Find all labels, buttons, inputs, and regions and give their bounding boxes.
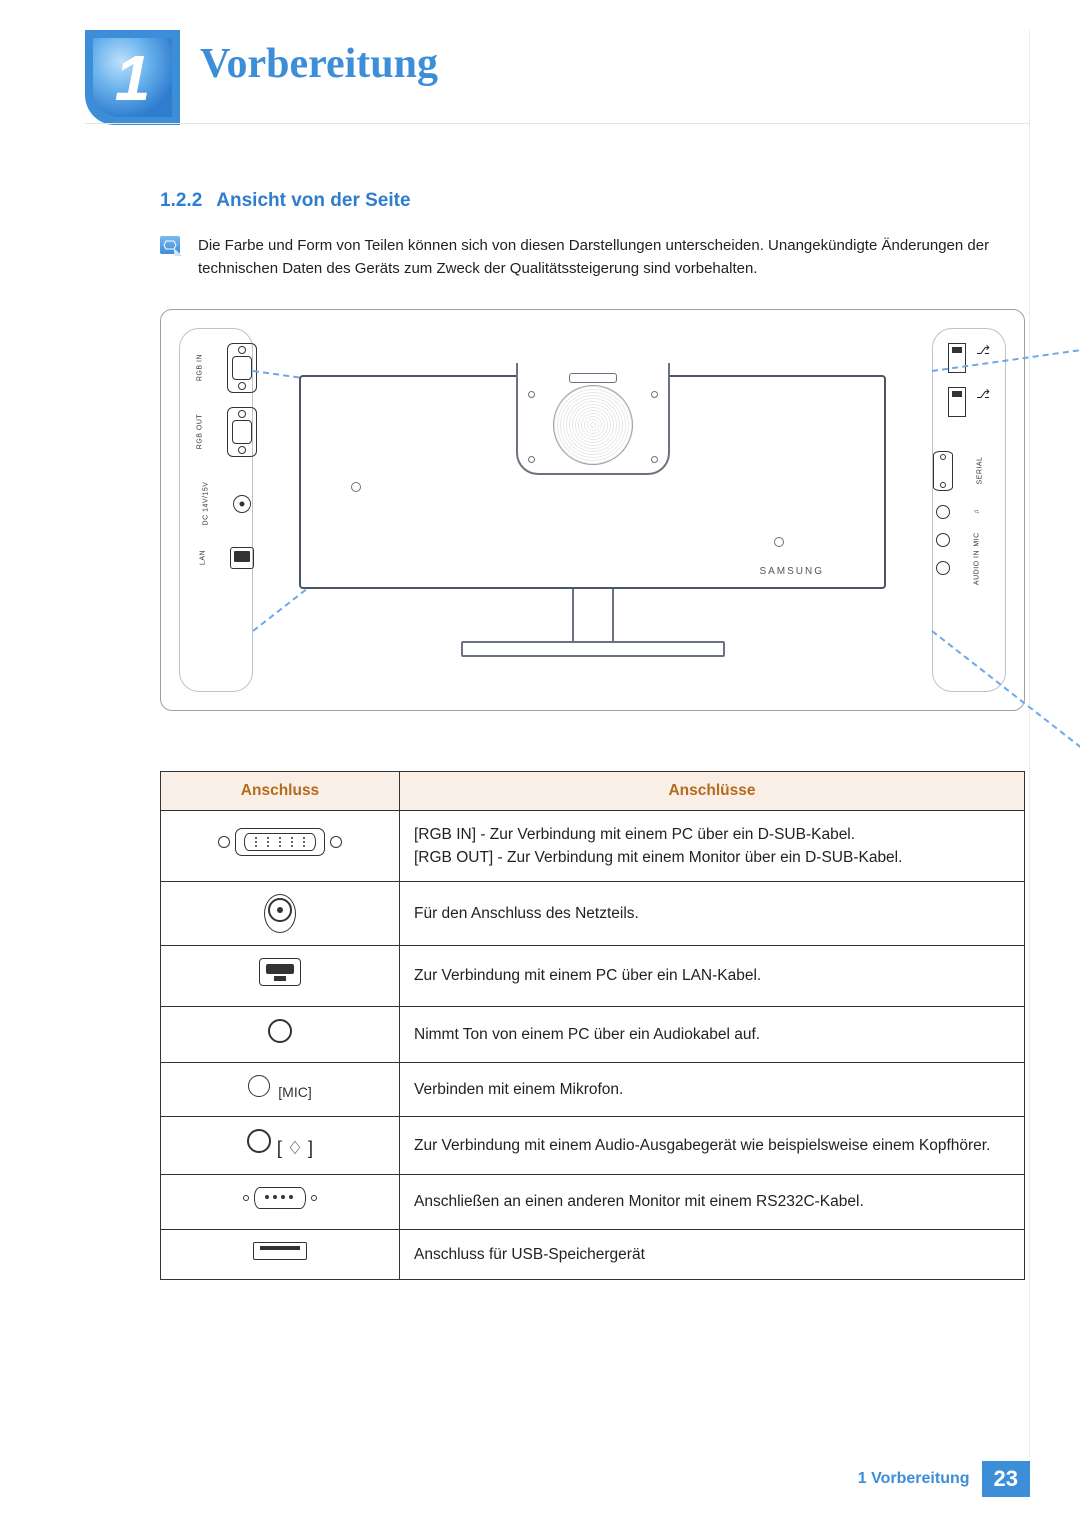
cell-desc: Für den Anschluss des Netzteils. — [400, 882, 1025, 946]
table-row: [MIC] Verbinden mit einem Mikrofon. — [161, 1062, 1025, 1116]
cell-desc: Anschließen an einen anderen Monitor mit… — [400, 1175, 1025, 1229]
dsub-icon — [235, 828, 325, 856]
page-footer: 1 Vorbereitung 23 — [0, 1461, 1030, 1497]
table-row: Anschluss für USB-Speichergerät — [161, 1229, 1025, 1279]
dc-icon — [264, 894, 296, 933]
brand-label: SAMSUNG — [759, 566, 824, 577]
rgb-in-port-icon — [227, 343, 257, 393]
note-icon — [160, 236, 180, 254]
dc-port-icon — [233, 495, 251, 513]
th-ports: Anschlüsse — [400, 771, 1025, 810]
th-port: Anschluss — [161, 771, 400, 810]
table-row: [RGB IN] - Zur Verbindung mit einem PC ü… — [161, 810, 1025, 882]
cell-desc: Zur Verbindung mit einem Audio-Ausgabege… — [400, 1117, 1025, 1175]
audio-in-port-icon — [936, 561, 950, 575]
note-text: Die Farbe und Form von Teilen können sic… — [198, 234, 1025, 281]
headphone-icon: [ ♢ ] — [277, 1138, 313, 1158]
ports-figure: RGB IN RGB OUT DC 14V/15V LAN ⎇ ⎇ SERIAL — [160, 309, 1025, 711]
serial-icon — [254, 1187, 306, 1209]
usb-icon — [253, 1242, 307, 1260]
table-row: Zur Verbindung mit einem PC über ein LAN… — [161, 946, 1025, 1006]
table-row: [ ♢ ] Zur Verbindung mit einem Audio-Aus… — [161, 1117, 1025, 1175]
label-lan: LAN — [200, 533, 207, 583]
usb-icon: ⎇ — [976, 387, 990, 417]
section-title: Ansicht von der Seite — [216, 190, 410, 211]
note-block: Die Farbe und Form von Teilen können sic… — [160, 234, 1025, 281]
audio-in-icon — [268, 1019, 292, 1043]
label-audio-in: AUDIO IN — [974, 543, 981, 593]
label-rgb-in: RGB IN — [197, 343, 204, 393]
mic-port-icon — [936, 533, 950, 547]
headphone-port-icon — [936, 505, 950, 519]
table-row: Für den Anschluss des Netzteils. — [161, 882, 1025, 946]
label-rgb-out: RGB OUT — [197, 407, 204, 457]
table-row: Anschließen an einen anderen Monitor mit… — [161, 1175, 1025, 1229]
table-row: Nimmt Ton von einem PC über ein Audiokab… — [161, 1006, 1025, 1062]
right-port-panel: ⎇ ⎇ SERIAL ♫ MIC AUDIO IN — [932, 328, 1006, 692]
ports-table: Anschluss Anschlüsse [RGB IN] - Zur Verb… — [160, 771, 1025, 1280]
chapter-tab: 1 — [85, 30, 180, 125]
monitor-rear-illustration: SAMSUNG — [301, 375, 884, 690]
rgb-out-port-icon — [227, 407, 257, 457]
serial-port-icon — [933, 451, 953, 491]
cell-desc: [RGB IN] - Zur Verbindung mit einem PC ü… — [400, 810, 1025, 882]
footer-page-number: 23 — [982, 1461, 1030, 1497]
chapter-number: 1 — [115, 41, 151, 115]
headphone-ring-icon — [247, 1129, 271, 1153]
lan-icon — [259, 958, 301, 986]
chapter-title: Vorbereitung — [200, 40, 438, 88]
mic-label: [MIC] — [278, 1084, 311, 1100]
usb-icon: ⎇ — [976, 343, 990, 373]
lan-port-icon — [230, 547, 254, 569]
mic-icon — [248, 1075, 270, 1097]
usb-port-icon — [948, 387, 966, 417]
left-port-panel: RGB IN RGB OUT DC 14V/15V LAN — [179, 328, 253, 692]
section-number: 1.2.2 — [160, 190, 202, 211]
cell-desc: Zur Verbindung mit einem PC über ein LAN… — [400, 946, 1025, 1006]
cell-desc: Nimmt Ton von einem PC über ein Audiokab… — [400, 1006, 1025, 1062]
label-dc: DC 14V/15V — [203, 479, 210, 529]
cell-desc: Verbinden mit einem Mikrofon. — [400, 1062, 1025, 1116]
section-heading: 1.2.2 Ansicht von der Seite — [160, 190, 1025, 212]
cell-desc: Anschluss für USB-Speichergerät — [400, 1229, 1025, 1279]
footer-chapter-label: 1 Vorbereitung — [858, 1461, 982, 1497]
